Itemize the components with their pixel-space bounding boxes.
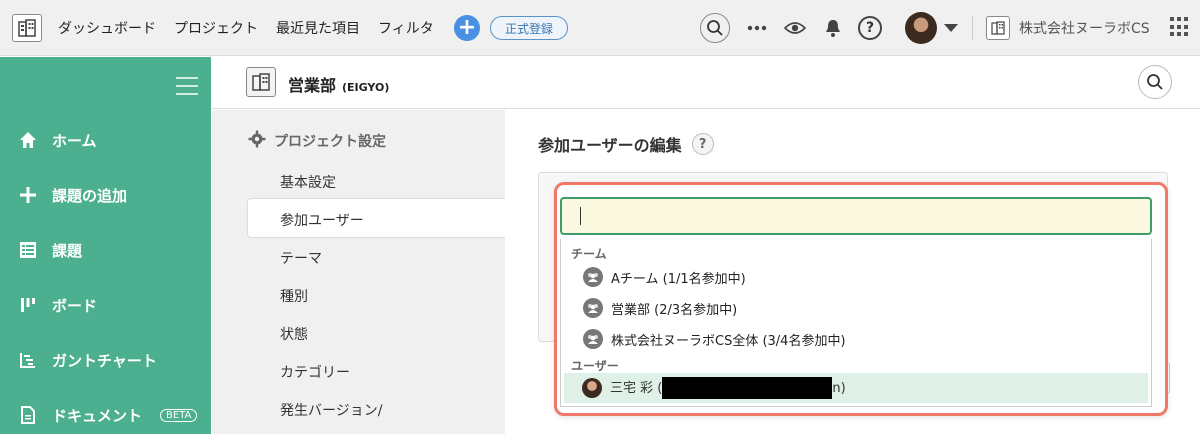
- organization-name[interactable]: 株式会社ヌーラボCS: [1019, 18, 1150, 38]
- team-option[interactable]: 株式会社ヌーラボCS全体 (3/4名参加中): [583, 329, 846, 349]
- project-header: 営業部 (EIGYO): [212, 57, 1200, 109]
- divider: [972, 16, 973, 40]
- project-search-icon[interactable]: [1138, 65, 1172, 99]
- home-icon: [18, 130, 38, 150]
- member-options-list: チーム Aチーム (1/1名参加中) 営業部 (2/3名参加中) 株式会社ヌーラ…: [560, 239, 1152, 407]
- settings-item-status[interactable]: 状態: [280, 324, 308, 344]
- project-title: 営業部: [288, 76, 337, 95]
- list-icon: [18, 240, 38, 260]
- help-icon[interactable]: ?: [858, 16, 882, 40]
- page-title: 参加ユーザーの編集 ?: [538, 132, 714, 156]
- settings-item-versions[interactable]: 発生バージョン/: [280, 400, 382, 420]
- global-add-button[interactable]: +: [454, 15, 480, 41]
- project-name[interactable]: 営業部 (EIGYO): [288, 72, 389, 96]
- backlog-logo-icon[interactable]: [12, 14, 42, 42]
- settings-item-members[interactable]: 参加ユーザー: [280, 210, 364, 230]
- beta-badge: BETA: [160, 408, 198, 422]
- sidebar-item-label: 課題: [52, 241, 83, 260]
- team-icon: [583, 329, 603, 349]
- team-icon: [583, 267, 603, 287]
- team-option[interactable]: 営業部 (2/3名参加中): [583, 298, 737, 318]
- sidebar-item-label: ドキュメント: [52, 406, 143, 425]
- redacted-block: [662, 377, 833, 400]
- watch-eye-icon[interactable]: [780, 13, 810, 43]
- settings-item-theme[interactable]: テーマ: [280, 248, 322, 268]
- gear-icon: [248, 130, 266, 152]
- sidebar-item-gantt[interactable]: ガントチャート: [18, 345, 157, 375]
- project-settings-nav: プロジェクト設定 基本設定 参加ユーザー テーマ 種別 状態 カテゴリー 発生バ…: [212, 110, 505, 434]
- user-name-suffix: n): [832, 380, 846, 396]
- sidebar-item-label: ボード: [52, 296, 98, 315]
- sidebar-item-label: ガントチャート: [52, 351, 157, 370]
- nav-projects[interactable]: プロジェクト: [174, 18, 258, 38]
- help-icon[interactable]: ?: [691, 133, 714, 155]
- board-icon: [18, 295, 38, 315]
- settings-item-issue-types[interactable]: 種別: [280, 286, 308, 306]
- user-avatar-icon: [582, 378, 602, 398]
- project-key: (EIGYO): [342, 81, 390, 94]
- user-avatar[interactable]: [905, 12, 937, 44]
- team-option-label: 株式会社ヌーラボCS全体 (3/4名参加中): [611, 333, 846, 349]
- app-grid-icon[interactable]: [1170, 17, 1190, 37]
- user-option-label: 三宅 彩 ( n): [610, 377, 846, 400]
- member-dropdown: チーム Aチーム (1/1名参加中) 営業部 (2/3名参加中) 株式会社ヌーラ…: [554, 182, 1168, 416]
- team-section-label: チーム: [571, 247, 607, 261]
- user-section-label: ユーザー: [571, 359, 619, 373]
- nav-filter[interactable]: フィルタ: [378, 18, 434, 38]
- settings-item-basic[interactable]: 基本設定: [280, 172, 336, 192]
- team-option[interactable]: Aチーム (1/1名参加中): [583, 267, 746, 287]
- global-nav: ダッシュボード プロジェクト 最近見た項目 フィルタ: [58, 0, 434, 56]
- avatar-menu-caret-icon[interactable]: [944, 24, 958, 32]
- settings-item-categories[interactable]: カテゴリー: [280, 362, 350, 382]
- gantt-icon: [18, 350, 38, 370]
- team-option-label: Aチーム (1/1名参加中): [611, 271, 746, 287]
- sidebar-item-label: ホーム: [52, 131, 97, 150]
- document-icon: [18, 405, 38, 425]
- team-option-label: 営業部 (2/3名参加中): [611, 302, 738, 318]
- hamburger-menu-icon[interactable]: [176, 77, 198, 95]
- member-search-input[interactable]: [560, 197, 1152, 235]
- team-icon: [583, 298, 603, 318]
- nav-recent[interactable]: 最近見た項目: [276, 18, 360, 38]
- page-title-text: 参加ユーザーの編集: [538, 136, 682, 155]
- sidebar-item-label: 課題の追加: [52, 186, 128, 205]
- top-bar: ダッシュボード プロジェクト 最近見た項目 フィルタ + 正式登録 ? 株式会社…: [0, 0, 1200, 56]
- register-button[interactable]: 正式登録: [490, 16, 568, 40]
- project-icon[interactable]: [246, 67, 276, 97]
- user-name-prefix: 三宅 彩 (: [610, 380, 663, 396]
- sidebar: ホーム 課題の追加 課題 ボード ガントチャート ドキュメント BETA: [0, 57, 211, 434]
- settings-title-text: プロジェクト設定: [274, 134, 386, 150]
- sidebar-item-board[interactable]: ボード: [18, 290, 97, 320]
- more-icon[interactable]: [742, 13, 772, 43]
- notification-bell-icon[interactable]: [818, 13, 848, 43]
- sidebar-item-issues[interactable]: 課題: [18, 235, 82, 265]
- user-option[interactable]: 三宅 彩 ( n): [564, 373, 1148, 403]
- sidebar-item-add-issue[interactable]: 課題の追加: [18, 180, 127, 210]
- settings-title: プロジェクト設定: [248, 130, 386, 152]
- organization-icon: [986, 16, 1010, 40]
- sidebar-item-document[interactable]: ドキュメント BETA: [18, 400, 198, 430]
- search-icon[interactable]: [700, 13, 730, 43]
- plus-icon: [18, 185, 38, 205]
- nav-dashboard[interactable]: ダッシュボード: [58, 18, 156, 38]
- sidebar-item-home[interactable]: ホーム: [18, 125, 97, 155]
- text-cursor: [580, 207, 581, 225]
